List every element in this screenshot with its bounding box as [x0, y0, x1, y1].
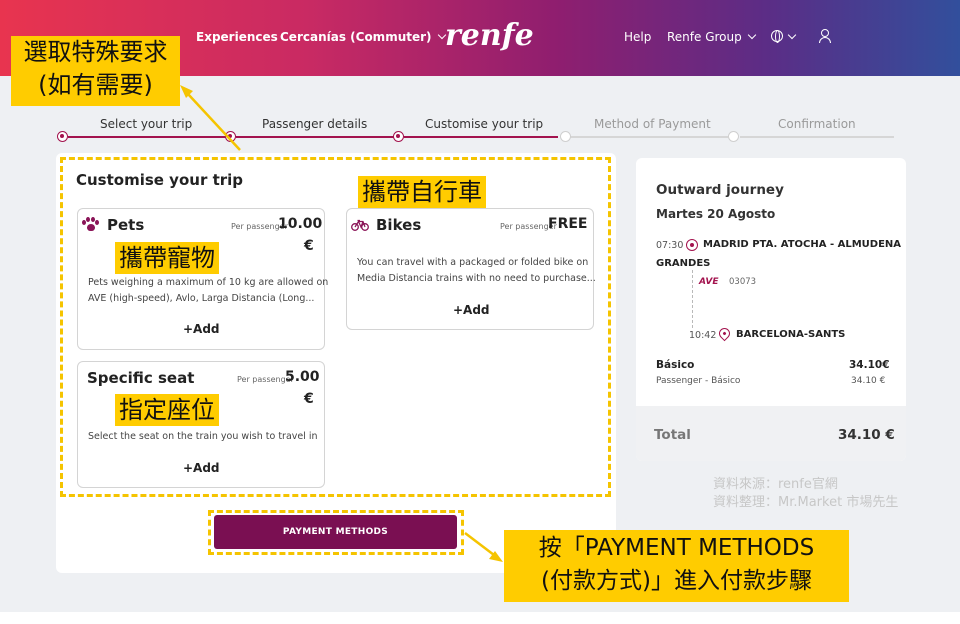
annotation-payment-line2: (付款方式)」進入付款步驟: [541, 568, 812, 594]
annotation-special-requests: 選取特殊要求 (如有需要): [11, 36, 180, 106]
annotation-special-requests-line1: 選取特殊要求: [23, 38, 168, 66]
annotation-special-requests-line2: (如有需要): [38, 71, 153, 99]
annotation-pet: 攜帶寵物: [115, 242, 219, 274]
annotation-payment: 按「PAYMENT METHODS (付款方式)」進入付款步驟: [504, 530, 849, 602]
annotation-bike: 攜帶自行車: [358, 176, 486, 208]
annotation-seat: 指定座位: [115, 394, 219, 426]
annotation-payment-line1: 按「PAYMENT METHODS: [538, 535, 815, 561]
